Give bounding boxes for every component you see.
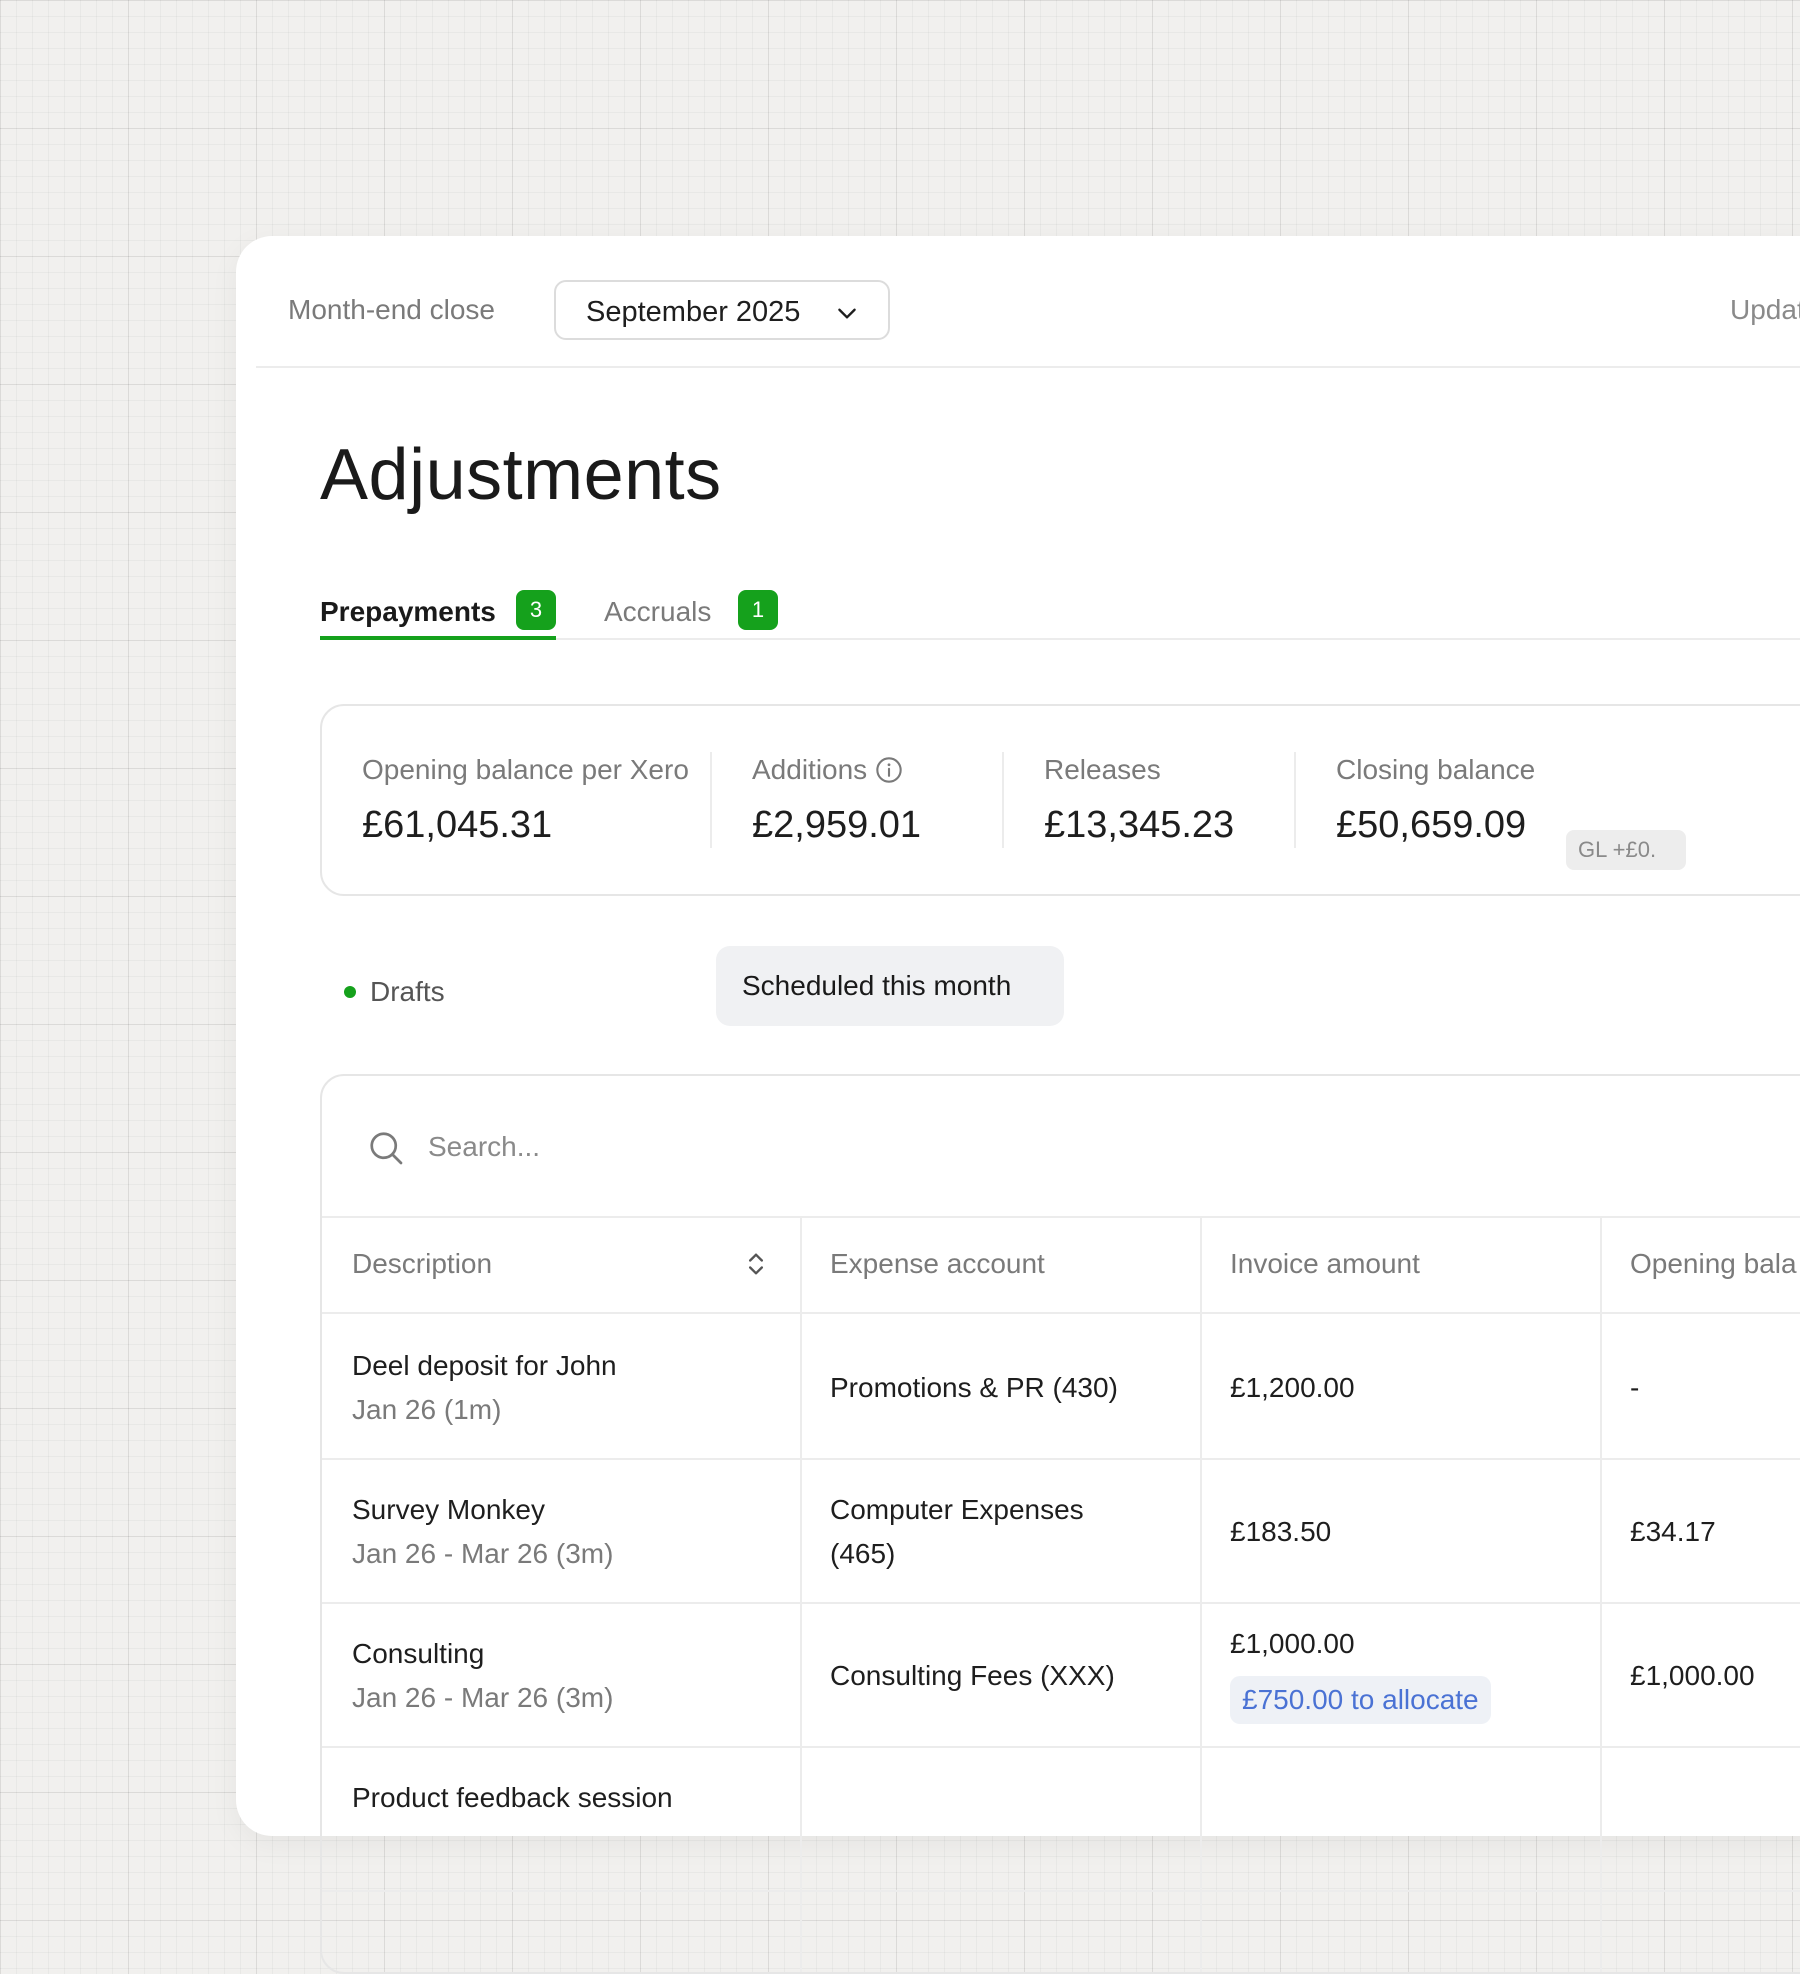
stat-additions: Additions £2,959.01 — [752, 754, 921, 847]
table-row[interactable]: Deel deposit for John Jan 26 (1m) Promot… — [322, 1314, 1800, 1460]
row-invoice: £1,000.00 — [1230, 1628, 1355, 1659]
tab-bar: Prepayments 3 Accruals 1 — [320, 582, 1800, 640]
stat-closing-balance: Closing balance £50,659.09 GL +£0. — [1336, 754, 1800, 870]
row-description: Survey Monkey — [352, 1494, 545, 1525]
stat-value: £61,045.31 — [362, 804, 553, 846]
row-account: Consulting Fees (XXX) — [830, 1660, 1115, 1691]
column-header-description[interactable]: Description — [322, 1216, 800, 1312]
column-label: Expense account — [830, 1248, 1045, 1279]
stat-label: Additions — [752, 754, 868, 785]
row-opening: - — [1630, 1372, 1640, 1403]
tab-label: Accruals — [604, 596, 712, 627]
column-label: Invoice amount — [1230, 1248, 1420, 1279]
row-period: Jan 26 (1m) — [352, 1394, 502, 1425]
table-row[interactable]: Consulting Jan 26 - Mar 26 (3m) Consulti… — [322, 1602, 1800, 1748]
row-opening: £34.17 — [1630, 1516, 1716, 1547]
stat-label: Releases — [1044, 754, 1161, 785]
column-header-opening-balance[interactable]: Opening bala — [1600, 1216, 1800, 1312]
column-header-invoice-amount[interactable]: Invoice amount — [1200, 1216, 1600, 1312]
cell-invoice-amount: £1,000.00 £750.00 to allocate — [1200, 1602, 1600, 1746]
cell-description: Deel deposit for John Jan 26 (1m) — [322, 1314, 800, 1458]
update-label[interactable]: Update — [1730, 294, 1800, 326]
row-account-code: (465) — [830, 1538, 896, 1569]
cell-expense-account: Consulting Fees (XXX) — [800, 1602, 1200, 1746]
search-bar — [322, 1076, 1800, 1218]
active-tab-indicator — [320, 636, 556, 640]
app-window: Month-end close September 2025 Update Ad… — [236, 236, 1800, 1974]
row-description: Consulting — [352, 1638, 485, 1669]
row-description: Deel deposit for John — [352, 1350, 617, 1381]
search-input[interactable] — [426, 1122, 1130, 1172]
filter-scheduled-this-month[interactable]: Scheduled this month — [716, 946, 1064, 1026]
cell-expense-account: Computer Expenses (465) — [800, 1458, 1200, 1602]
count-badge: 3 — [516, 590, 556, 630]
search-icon — [370, 1132, 403, 1165]
count-badge: 1 — [738, 590, 778, 630]
divider — [710, 752, 712, 848]
row-description: Product feedback session — [352, 1782, 673, 1813]
cell-expense-account: Promotions & PR (430) — [800, 1314, 1200, 1458]
row-account: Computer Expenses — [830, 1494, 1084, 1525]
status-dot — [344, 986, 356, 998]
gl-badge: GL +£0. — [1566, 830, 1686, 870]
row-period: Jan 26 - Mar 26 (3m) — [352, 1682, 614, 1713]
cell-opening-balance: - — [1600, 1314, 1800, 1458]
column-label: Description — [352, 1248, 493, 1279]
summary-card: Opening balance per Xero £61,045.31 Addi… — [320, 704, 1800, 896]
allocate-link[interactable]: £750.00 to allocate — [1230, 1676, 1491, 1724]
stat-opening-balance: Opening balance per Xero £61,045.31 — [362, 754, 689, 847]
divider — [1002, 752, 1004, 848]
cell-invoice-amount: £1,200.00 — [1200, 1314, 1600, 1458]
cell-description: Survey Monkey Jan 26 - Mar 26 (3m) — [322, 1458, 800, 1602]
table-header: Description Expense account Invoice amou… — [322, 1216, 1800, 1314]
row-invoice: £183.50 — [1230, 1516, 1332, 1547]
top-bar: Month-end close September 2025 Update — [256, 236, 1800, 368]
stat-value: £2,959.01 — [752, 804, 922, 846]
filter-label: Drafts — [370, 976, 445, 1007]
chevron-down-icon — [838, 308, 856, 319]
period-select[interactable]: September 2025 — [554, 280, 890, 340]
row-account: Promotions & PR (430) — [830, 1372, 1118, 1403]
tab-prepayments[interactable]: Prepayments 3 — [320, 582, 556, 640]
context-label: Month-end close — [288, 294, 496, 325]
tab-label: Prepayments — [320, 596, 496, 627]
tab-accruals[interactable]: Accruals 1 — [604, 582, 784, 638]
row-opening: £1,000.00 — [1630, 1660, 1755, 1691]
info-icon[interactable] — [875, 756, 903, 784]
divider — [1294, 752, 1296, 848]
cell-opening-balance: £34.17 — [1600, 1458, 1800, 1602]
period-select-value: September 2025 — [586, 296, 801, 328]
row-invoice: £1,200.00 — [1230, 1372, 1355, 1403]
filter-label: Scheduled this month — [742, 970, 1012, 1001]
cell-invoice-amount: £183.50 — [1200, 1458, 1600, 1602]
column-label: Opening bala — [1630, 1248, 1797, 1279]
row-period: Jan 26 - Mar 26 (3m) — [352, 1538, 614, 1569]
cell-opening-balance: £1,000.00 — [1600, 1602, 1800, 1746]
table-row[interactable]: Survey Monkey Jan 26 - Mar 26 (3m) Compu… — [322, 1458, 1800, 1604]
column-header-expense-account[interactable]: Expense account — [800, 1216, 1200, 1312]
table-row[interactable]: Product feedback session — [322, 1746, 1800, 1892]
prepayments-table: Description Expense account Invoice amou… — [320, 1074, 1800, 1974]
cell-description: Consulting Jan 26 - Mar 26 (3m) — [322, 1602, 800, 1746]
cell-description: Product feedback session — [322, 1746, 800, 1890]
stat-label: Closing balance — [1336, 754, 1536, 785]
stat-value: £13,345.23 — [1044, 804, 1235, 846]
stat-label: Opening balance per Xero — [362, 754, 689, 785]
stat-releases: Releases £13,345.23 — [1044, 754, 1234, 847]
page-title: Adjustments — [320, 435, 722, 515]
sort-icon[interactable] — [742, 1250, 770, 1278]
